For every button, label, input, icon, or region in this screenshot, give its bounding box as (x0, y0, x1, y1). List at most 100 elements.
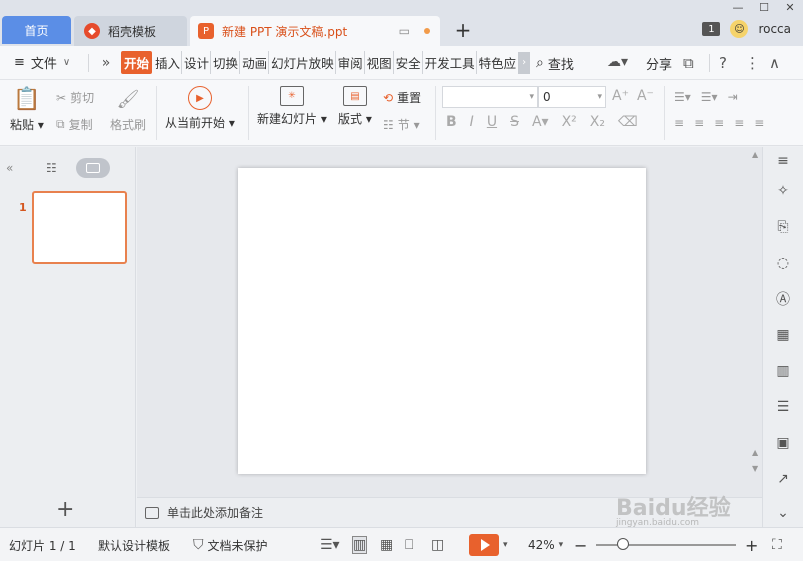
scroll-down-icon[interactable]: ▼ (752, 464, 758, 473)
zoom-value[interactable]: 42% ▾ (528, 528, 563, 561)
font-size-select[interactable]: 0 ▾ (538, 86, 606, 108)
shrink-font-icon[interactable]: A⁻ (637, 88, 654, 104)
more-icon[interactable]: ⋮ (745, 54, 760, 72)
distribute-icon[interactable]: ≡ (754, 116, 764, 130)
avatar[interactable]: ☺ (730, 20, 749, 38)
grid-icon[interactable]: ▦ (773, 325, 793, 345)
settings-sliders-icon[interactable]: ☰ (773, 397, 793, 417)
format-painter-button[interactable]: 🖌 格式刷 (110, 86, 146, 133)
tab-home[interactable]: 首页 (2, 16, 71, 44)
tab-start[interactable]: 开始 (121, 51, 153, 74)
align-right-icon[interactable]: ≡ (714, 116, 724, 130)
scroll-up-icon[interactable]: ▲ (752, 448, 758, 457)
tab-review[interactable]: 审阅 (337, 51, 365, 74)
reset-button[interactable]: ⟲ 重置 (383, 89, 421, 106)
new-tab-button[interactable]: + (452, 18, 474, 42)
bold-icon[interactable]: B (446, 114, 457, 130)
sorter-view-button[interactable]: ▦ (380, 528, 393, 561)
play-from-current-button[interactable]: ▶ 从当前开始 ▾ (165, 86, 235, 131)
image-icon[interactable]: ▣ (773, 433, 793, 453)
tab-design[interactable]: 设计 (183, 51, 212, 74)
clear-format-icon[interactable]: ⌫ (618, 114, 638, 130)
section-button[interactable]: ☷ 节 ▾ (383, 116, 420, 133)
add-slide-button[interactable]: + (56, 497, 74, 522)
magic-icon[interactable]: ✧ (773, 181, 793, 201)
tab-insert[interactable]: 插入 (154, 51, 183, 74)
design-template[interactable]: 默认设计模板 (98, 528, 170, 561)
panel-menu-icon[interactable]: ≡ (773, 151, 793, 171)
collapse-ribbon-icon[interactable]: ∧ (769, 54, 780, 72)
grow-font-icon[interactable]: A⁺ (612, 88, 629, 104)
outline-view-icon[interactable]: ☷ (46, 161, 57, 175)
hamburger-icon: ≡ (14, 55, 25, 70)
expand-down-icon[interactable]: ⌄ (773, 503, 793, 523)
strikethrough-icon[interactable]: S (510, 114, 519, 130)
layout-button[interactable]: ▤ 版式 ▾ (338, 86, 372, 127)
tab-special[interactable]: 特色应 (478, 51, 518, 74)
thumbnail-view-toggle[interactable] (76, 158, 110, 178)
align-center-icon[interactable]: ≡ (694, 116, 704, 130)
tab-transition[interactable]: 切换 (212, 51, 241, 74)
search-button[interactable]: ⌕ 查找 (536, 46, 574, 80)
font-color-icon[interactable]: A▾ (532, 114, 549, 130)
file-menu[interactable]: ≡ 文件 ∨ (0, 53, 86, 72)
tab-animation[interactable]: 动画 (241, 51, 270, 74)
vertical-scrollbar[interactable]: ▲ ▲ ▼ (751, 148, 762, 496)
justify-icon[interactable]: ≡ (734, 116, 744, 130)
font-name-select[interactable]: ▾ (442, 86, 538, 108)
slideshow-play-button[interactable] (469, 534, 499, 556)
slide-canvas[interactable] (238, 168, 646, 474)
superscript-icon[interactable]: X² (562, 114, 577, 130)
presenter-view-button[interactable]: ◫ (431, 528, 444, 561)
tab-view[interactable]: 视图 (366, 51, 394, 74)
new-slide-button[interactable]: ✳ 新建幻灯片 ▾ (257, 86, 327, 127)
cloud-sync-icon[interactable]: ☁▾ (607, 54, 628, 70)
italic-icon[interactable]: I (470, 114, 474, 130)
scroll-up-icon[interactable]: ▲ (752, 150, 758, 159)
zoom-in-button[interactable]: + (745, 528, 758, 561)
subscript-icon[interactable]: X₂ (590, 114, 605, 130)
shapes-icon[interactable]: ◌ (773, 253, 793, 273)
collaboration-icon[interactable]: ⧉ (683, 54, 694, 72)
tab-daoke-template[interactable]: ◆ 稻壳模板 (74, 16, 187, 46)
tab-developer[interactable]: 开发工具 (424, 51, 477, 74)
share-button[interactable]: 分享 (646, 46, 672, 80)
chart-icon[interactable]: ▥ (773, 361, 793, 381)
user-name[interactable]: rocca (758, 22, 791, 36)
collapse-pane-icon[interactable]: « (6, 161, 13, 175)
reading-view-button[interactable]: ⎕ (405, 528, 413, 561)
underline-icon[interactable]: U (487, 114, 497, 130)
notification-badge[interactable]: 1 (702, 22, 721, 36)
menu-bar: ≡ 文件 ∨ » 开始 插入 设计 切换 动画 幻灯片放映 审阅 视图 安全 开… (0, 46, 803, 80)
numbered-list-icon[interactable]: ☰▾ (701, 90, 718, 104)
zoom-out-button[interactable]: − (574, 528, 587, 561)
expand-menu-button[interactable]: » (91, 55, 121, 71)
bullet-list-icon[interactable]: ☰▾ (674, 90, 691, 104)
zoom-slider-handle[interactable] (617, 538, 629, 550)
copy-button[interactable]: ⧉ 复制 (56, 116, 93, 133)
play-options-icon[interactable]: ▾ (503, 528, 508, 561)
transition-icon[interactable]: ⎘ (773, 217, 793, 237)
minimize-button[interactable]: — (725, 0, 751, 14)
screen-icon[interactable]: ▭ (399, 24, 410, 38)
fit-window-button[interactable]: ⛶ (772, 528, 782, 561)
indent-icon[interactable]: ⇥ (728, 90, 738, 104)
notes-toggle-icon[interactable]: ☰▾ (320, 528, 340, 561)
text-style-icon[interactable]: Ⓐ (773, 289, 793, 309)
cut-button[interactable]: ✂ 剪切 (56, 89, 94, 106)
export-icon[interactable]: ↗ (773, 469, 793, 489)
tab-home-label: 首页 (24, 23, 49, 38)
slide-thumbnail[interactable] (32, 191, 127, 264)
help-icon[interactable]: ? (719, 54, 727, 72)
tab-security[interactable]: 安全 (395, 51, 423, 74)
close-button[interactable]: ✕ (777, 0, 803, 14)
tab-document[interactable]: P 新建 PPT 演示文稿.ppt ▭ (190, 16, 440, 46)
normal-view-button[interactable]: ▥ (351, 528, 368, 561)
scroll-right-icon[interactable]: › (518, 51, 531, 74)
tab-slideshow[interactable]: 幻灯片放映 (270, 51, 336, 74)
maximize-button[interactable]: ☐ (751, 0, 777, 14)
protection-status[interactable]: ⛉ 文档未保护 (193, 528, 268, 561)
paste-button[interactable]: 📋 粘贴 ▾ (10, 86, 44, 133)
grid-view-icon: ▦ (380, 537, 394, 553)
align-left-icon[interactable]: ≡ (674, 116, 684, 130)
